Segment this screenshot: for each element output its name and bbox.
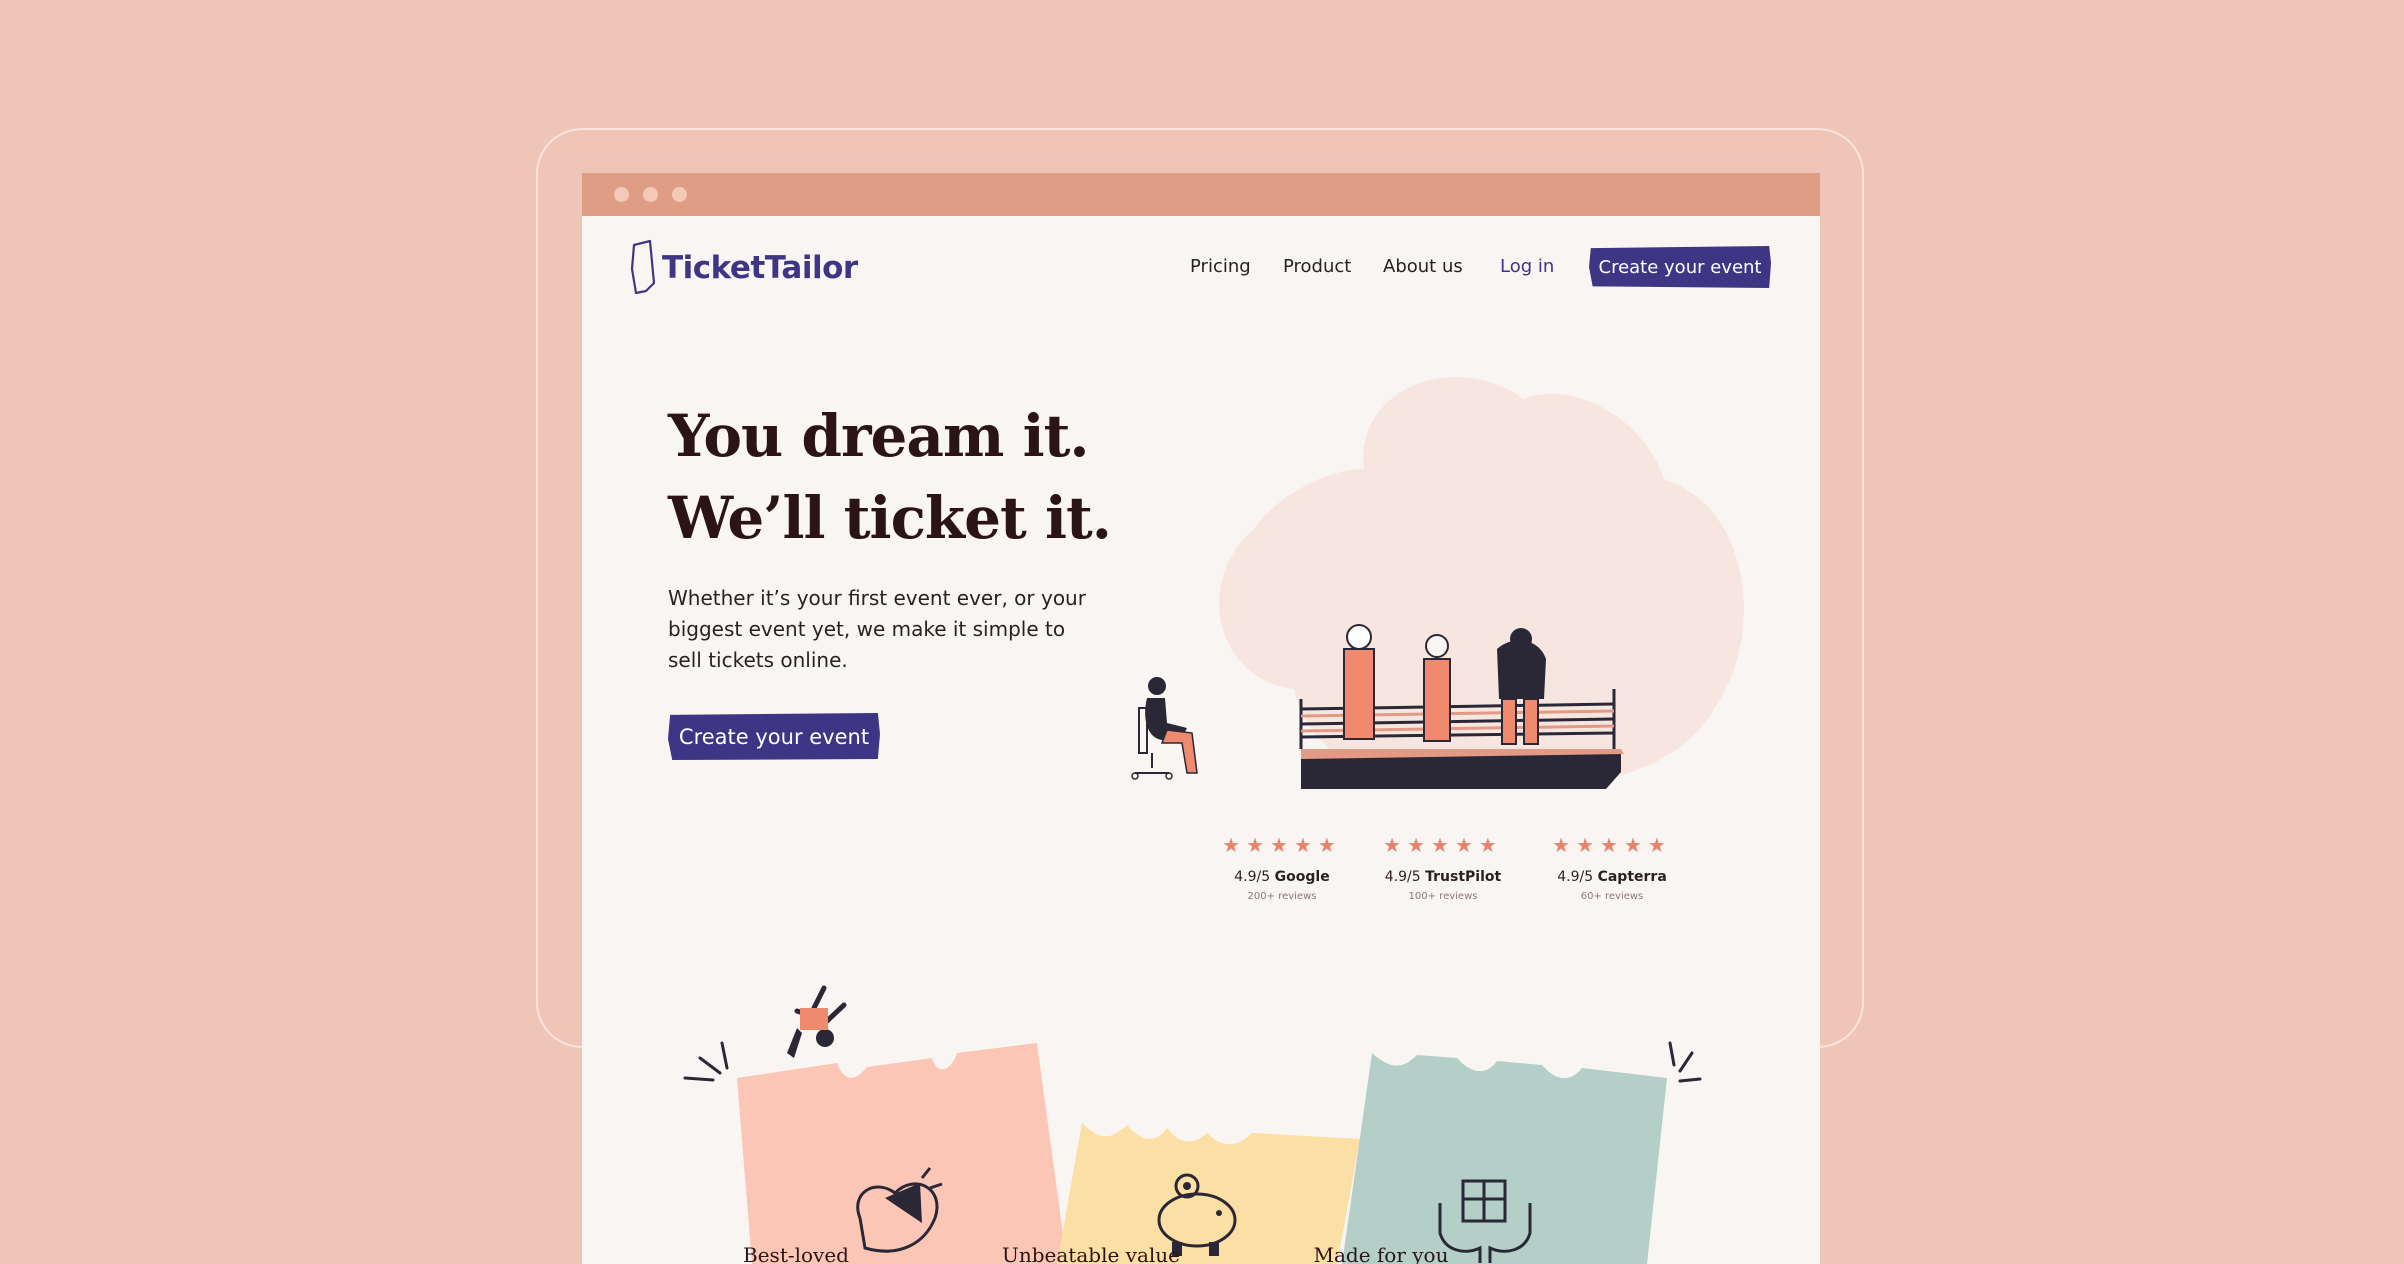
person-thinking-illustration (1131, 677, 1198, 780)
rating-score: 4.9/5 (1384, 869, 1421, 885)
feature-tickets (683, 985, 1702, 1264)
ticket-label-made-for-you: Made for you (1313, 1243, 1449, 1264)
nav-item-product[interactable]: Product (1283, 256, 1351, 277)
nav-item-pricing[interactable]: Pricing (1190, 256, 1251, 277)
ticket-logo-icon (630, 239, 656, 295)
rating-score: 4.9/5 (1234, 869, 1271, 885)
nav-item-about-us[interactable]: About us (1383, 256, 1463, 277)
star-rating-icon: ★★★★★ (1552, 833, 1672, 857)
hero-subtext: Whether it’s your first event ever, or y… (668, 586, 1086, 672)
star-rating-icon: ★★★★★ (1222, 833, 1342, 857)
window-dot-icon (614, 187, 629, 202)
browser-titlebar (582, 173, 1820, 216)
rating-trustpilot: ★★★★★ 4.9/5 TrustPilot 100+ reviews (1363, 833, 1523, 902)
login-link[interactable]: Log in (1500, 256, 1554, 277)
headline-line-2: We’ll ticket it. (668, 484, 1112, 552)
hero-create-event-button[interactable]: Create your event (668, 713, 880, 760)
logo-text: TicketTailor (662, 250, 858, 286)
logo[interactable]: TicketTailor (628, 238, 858, 298)
browser-window: TicketTailor Pricing Product About us Lo… (582, 173, 1820, 1264)
rating-source: TrustPilot (1425, 869, 1502, 885)
window-dot-icon (643, 187, 658, 202)
nav-create-event-button[interactable]: Create your event (1589, 246, 1771, 288)
hero-headline: You dream it. We’ll ticket it. (668, 395, 1112, 559)
rating-source: Google (1274, 869, 1330, 885)
rating-google: ★★★★★ 4.9/5 Google 200+ reviews (1202, 833, 1362, 902)
ticket-label-unbeatable-value: Unbeatable value (1002, 1243, 1180, 1264)
rating-capterra: ★★★★★ 4.9/5 Capterra 60+ reviews (1532, 833, 1692, 902)
boxing-ring-illustration (1219, 376, 1744, 789)
window-dot-icon (672, 187, 687, 202)
rating-score: 4.9/5 (1557, 869, 1594, 885)
star-rating-icon: ★★★★★ (1383, 833, 1503, 857)
headline-line-1: You dream it. (668, 402, 1090, 470)
ticket-label-best-loved: Best-loved (743, 1243, 849, 1264)
rating-source: Capterra (1597, 869, 1667, 885)
